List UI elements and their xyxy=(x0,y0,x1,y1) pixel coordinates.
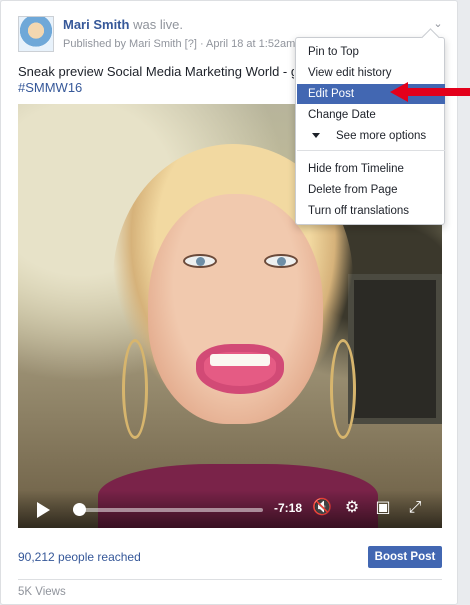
menu-item-label: Hide from Timeline xyxy=(308,163,404,175)
time-remaining: -7:18 xyxy=(274,501,303,515)
wall-picture-frame xyxy=(348,274,442,424)
annotation-arrow-icon xyxy=(390,82,470,102)
post-header: Mari Smith was live. xyxy=(63,17,183,32)
video-controls: -7:18 🔇 ⚙ ▣ ⤢ xyxy=(18,490,442,528)
view-count: 5K Views xyxy=(18,586,66,598)
mute-icon[interactable]: 🔇 xyxy=(312,497,332,519)
menu-item-label: Turn off translations xyxy=(308,205,409,217)
menu-item-label: Pin to Top xyxy=(308,46,359,58)
post-options-menu: Pin to Top View edit history Edit Post C… xyxy=(295,37,445,225)
post-meta: Published by Mari Smith [?] · April 18 a… xyxy=(63,38,303,50)
progress-knob[interactable] xyxy=(72,503,86,516)
video-person-mouth xyxy=(196,344,284,394)
progress-track[interactable] xyxy=(73,508,263,512)
menu-item-hide-from-timeline[interactable]: Hide from Timeline xyxy=(297,159,445,179)
video-person-eye-left xyxy=(183,254,217,268)
post-caption: Sneak preview Social Media Marketing Wor… xyxy=(18,64,294,79)
fullscreen-icon[interactable]: ⤢ xyxy=(404,497,426,519)
menu-item-see-more-options[interactable]: See more options xyxy=(297,126,445,146)
earring-left xyxy=(122,339,148,439)
post-action: was live. xyxy=(133,17,183,32)
settings-icon[interactable]: ⚙ xyxy=(341,497,363,519)
menu-item-label: Edit Post xyxy=(308,88,355,100)
pop-out-icon[interactable]: ▣ xyxy=(373,497,393,519)
triangle-down-icon xyxy=(312,133,320,138)
menu-item-label: Delete from Page xyxy=(308,184,398,196)
play-icon[interactable] xyxy=(37,502,50,518)
menu-item-view-edit-history[interactable]: View edit history xyxy=(297,63,445,83)
menu-separator xyxy=(297,150,445,151)
menu-item-label: See more options xyxy=(336,130,427,142)
author-avatar[interactable] xyxy=(18,16,54,52)
menu-item-label: Change Date xyxy=(308,109,376,121)
hashtag-link[interactable]: #SMMW16 xyxy=(18,80,82,95)
chevron-down-icon[interactable]: ⌄ xyxy=(431,17,445,31)
author-name[interactable]: Mari Smith xyxy=(63,17,129,32)
menu-item-label: View edit history xyxy=(308,67,392,79)
menu-item-change-date[interactable]: Change Date xyxy=(297,105,445,125)
menu-item-turn-off-translations[interactable]: Turn off translations xyxy=(297,201,445,221)
earring-right xyxy=(330,339,356,439)
post-footer: 90,212 people reached Boost Post xyxy=(1,537,459,575)
footer-divider xyxy=(18,579,442,580)
menu-item-pin-to-top[interactable]: Pin to Top xyxy=(297,42,445,62)
video-person-eye-right xyxy=(264,254,298,268)
boost-post-button[interactable]: Boost Post xyxy=(368,546,442,568)
reach-count[interactable]: 90,212 people reached xyxy=(18,550,141,564)
menu-item-delete-from-page[interactable]: Delete from Page xyxy=(297,180,445,200)
